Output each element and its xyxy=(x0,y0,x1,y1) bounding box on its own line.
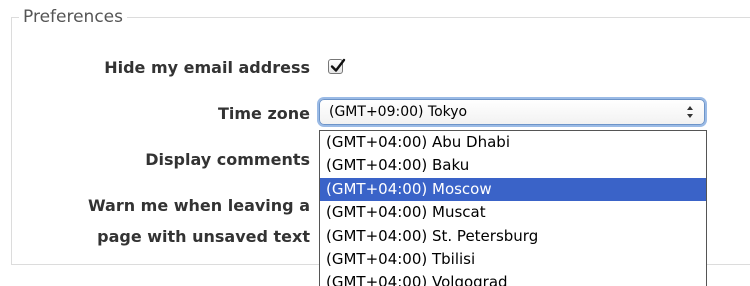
hide-email-checkbox[interactable] xyxy=(328,58,346,74)
dropdown-option[interactable]: (GMT+04:00) Muscat xyxy=(320,201,706,224)
dropdown-option[interactable]: (GMT+04:00) Baku xyxy=(320,154,706,177)
time-zone-dropdown-list[interactable]: (GMT+04:00) Abu Dhabi (GMT+04:00) Baku (… xyxy=(319,130,707,286)
hide-email-label: Hide my email address xyxy=(104,58,310,77)
up-down-arrows-icon xyxy=(687,106,693,118)
dropdown-option-highlighted[interactable]: (GMT+04:00) Moscow xyxy=(320,177,706,202)
warn-unsaved-label-line2: page with unsaved text xyxy=(97,227,310,246)
dropdown-option[interactable]: (GMT+04:00) Tbilisi xyxy=(320,248,706,271)
dropdown-option[interactable]: (GMT+04:00) St. Petersburg xyxy=(320,225,706,248)
dropdown-option[interactable]: (GMT+04:00) Volgograd xyxy=(320,271,706,286)
preferences-legend: Preferences xyxy=(19,7,127,27)
checkmark-icon xyxy=(330,58,346,72)
preferences-page: Preferences Hide my email address Time z… xyxy=(0,0,750,286)
time-zone-label: Time zone xyxy=(217,104,310,123)
time-zone-select[interactable]: (GMT+09:00) Tokyo xyxy=(319,99,705,125)
time-zone-select-value: (GMT+09:00) Tokyo xyxy=(329,104,468,120)
warn-unsaved-label-line1: Warn me when leaving a xyxy=(87,196,310,215)
display-comments-label: Display comments xyxy=(145,150,310,169)
dropdown-option[interactable]: (GMT+04:00) Abu Dhabi xyxy=(320,131,706,154)
